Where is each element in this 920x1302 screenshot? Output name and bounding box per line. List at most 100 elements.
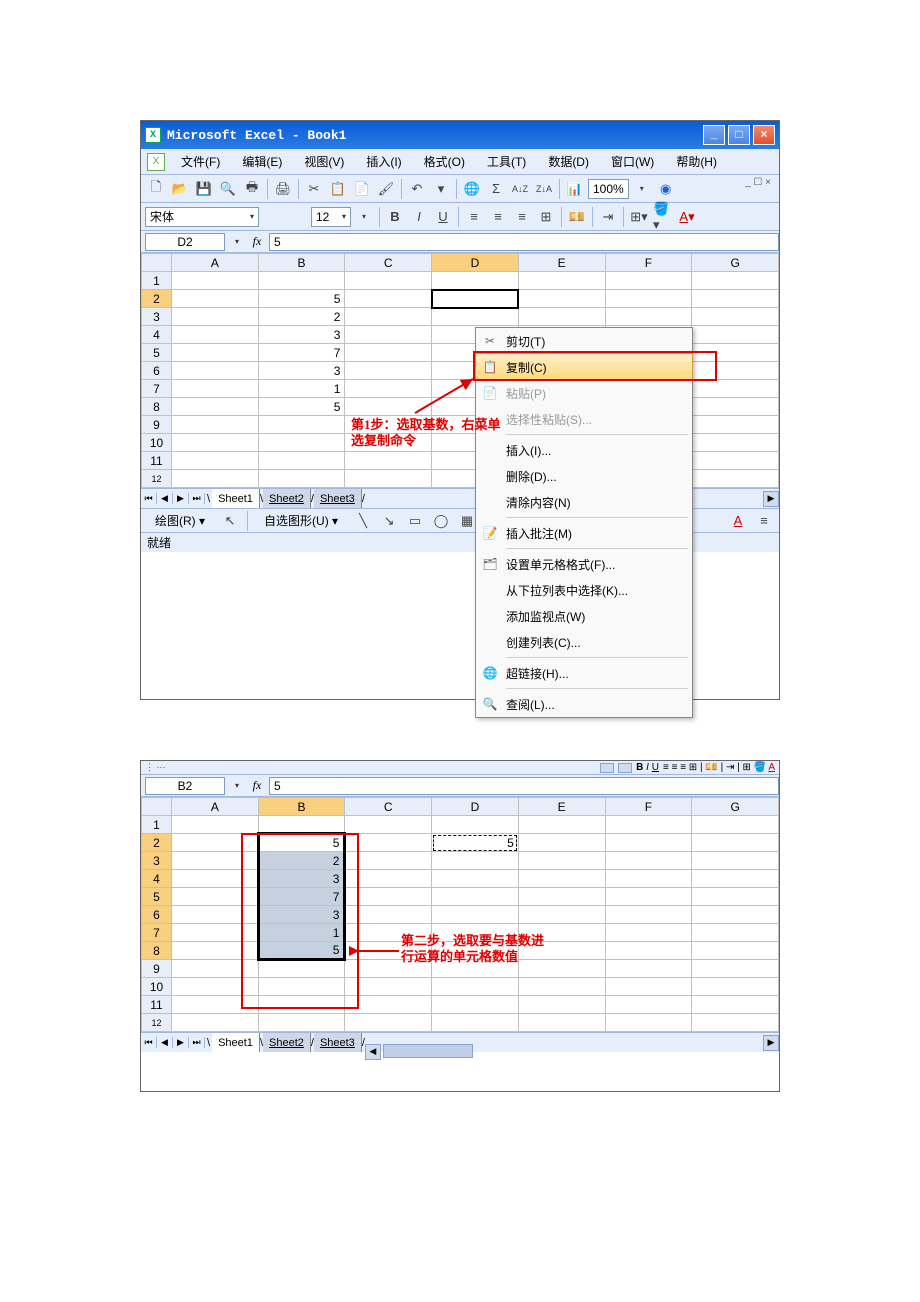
row-header[interactable]: 10 <box>142 434 172 452</box>
cell-b3[interactable]: 2 <box>258 308 345 326</box>
hscroll-right-icon[interactable]: ▶ <box>763 1035 779 1051</box>
new-icon[interactable]: 🗋 <box>145 178 167 200</box>
line-style-icon[interactable]: ≡ <box>753 510 775 532</box>
col-header-b[interactable]: B <box>258 254 345 272</box>
col-header-c[interactable]: C <box>345 254 432 272</box>
row-header[interactable]: 6 <box>142 906 172 924</box>
ctx-create-list[interactable]: 创建列表(C)... <box>476 629 692 655</box>
sheet-tab-2[interactable]: Sheet2 <box>263 1033 311 1052</box>
save-icon[interactable]: 💾 <box>193 178 215 200</box>
row-header[interactable]: 11 <box>142 452 172 470</box>
name-box-dropdown-icon[interactable]: ▾ <box>229 781 245 790</box>
row-header[interactable]: 5 <box>142 888 172 906</box>
col-header-g[interactable]: G <box>692 798 779 816</box>
permission-icon[interactable]: 🔍 <box>217 178 239 200</box>
copy-icon[interactable]: 📋 <box>327 178 349 200</box>
align-right-icon[interactable]: ≡ <box>511 206 533 228</box>
cell-d2[interactable] <box>432 290 519 308</box>
hscroll-thumb[interactable] <box>383 1044 473 1058</box>
tab-nav-last-icon[interactable]: ⏭ <box>189 1037 205 1048</box>
indent-icon[interactable]: ⇥ <box>597 206 619 228</box>
merge-center-icon[interactable]: ⊞ <box>535 206 557 228</box>
ctx-insert[interactable]: 插入(I)... <box>476 437 692 463</box>
row-header[interactable]: 1 <box>142 816 172 834</box>
menu-window[interactable]: 窗口(W) <box>601 151 664 172</box>
formula-input[interactable]: 5 <box>269 233 779 251</box>
cell-b4[interactable]: 3 <box>258 326 345 344</box>
rectangle-icon[interactable]: ▭ <box>404 510 426 532</box>
menu-view[interactable]: 视图(V) <box>294 151 354 172</box>
cell-b8[interactable]: 5 <box>258 398 345 416</box>
hyperlink-icon[interactable]: 🌐 <box>461 178 483 200</box>
name-box-dropdown-icon[interactable]: ▾ <box>229 237 245 246</box>
col-header-e[interactable]: E <box>518 798 605 816</box>
open-icon[interactable]: 📂 <box>169 178 191 200</box>
cell-b6[interactable]: 3 <box>258 906 345 924</box>
fx-icon[interactable]: fx <box>245 234 269 249</box>
zoom-dropdown-icon[interactable]: ▾ <box>631 178 653 200</box>
menu-format[interactable]: 格式(O) <box>414 151 475 172</box>
menu-insert[interactable]: 插入(I) <box>356 151 411 172</box>
sheet-tab-1[interactable]: Sheet1 <box>212 489 260 508</box>
tab-nav-first-icon[interactable]: ⏮ <box>141 1037 157 1048</box>
line-icon[interactable]: ╲ <box>352 510 374 532</box>
cell-b7[interactable]: 1 <box>258 380 345 398</box>
row-header[interactable]: 8 <box>142 398 172 416</box>
row-header[interactable]: 12 <box>142 470 172 488</box>
sheet-tab-3[interactable]: Sheet3 <box>314 489 362 508</box>
ctx-add-watch[interactable]: 添加监视点(W) <box>476 603 692 629</box>
col-header-a[interactable]: A <box>172 254 259 272</box>
autosum-icon[interactable]: Σ <box>485 178 507 200</box>
cell-b5[interactable]: 7 <box>258 888 345 906</box>
borders-icon[interactable]: ⊞▾ <box>628 206 650 228</box>
arrow-icon[interactable]: ↘ <box>378 510 400 532</box>
col-header-f[interactable]: F <box>605 254 692 272</box>
tab-nav-last-icon[interactable]: ⏭ <box>189 493 205 504</box>
col-header-b[interactable]: B <box>258 798 345 816</box>
print-preview-icon[interactable]: 🖨 <box>272 178 294 200</box>
col-header-c[interactable]: C <box>345 798 432 816</box>
font-size-combo[interactable]: 12▾ <box>311 207 351 227</box>
col-header-d[interactable]: D <box>432 254 519 272</box>
minimize-button[interactable]: _ <box>703 125 725 145</box>
menu-data[interactable]: 数据(D) <box>538 151 599 172</box>
oval-icon[interactable]: ◯ <box>430 510 452 532</box>
row-header[interactable]: 5 <box>142 344 172 362</box>
row-header[interactable]: 3 <box>142 308 172 326</box>
row-header[interactable]: 4 <box>142 326 172 344</box>
menu-tools[interactable]: 工具(T) <box>477 151 536 172</box>
ctx-lookup[interactable]: 🔍查阅(L)... <box>476 691 692 717</box>
menu-help[interactable]: 帮助(H) <box>666 151 727 172</box>
cell-b2[interactable]: 5 <box>258 834 345 852</box>
row-header[interactable]: 12 <box>142 1014 172 1032</box>
cut-icon[interactable]: ✂ <box>303 178 325 200</box>
ctx-delete[interactable]: 删除(D)... <box>476 463 692 489</box>
col-header-e[interactable]: E <box>518 254 605 272</box>
row-header[interactable]: 10 <box>142 978 172 996</box>
drawing-menu[interactable]: 绘图(R) ▾ <box>145 510 215 531</box>
hscroll-right-icon[interactable]: ▶ <box>763 491 779 507</box>
row-header[interactable]: 2 <box>142 290 172 308</box>
redo-dropdown-icon[interactable]: ▾ <box>430 178 452 200</box>
help-icon[interactable]: ◉ <box>655 178 677 200</box>
font-size-dropdown-icon[interactable]: ▾ <box>353 206 375 228</box>
align-left-icon[interactable]: ≡ <box>463 206 485 228</box>
font-color-icon[interactable]: A▾ <box>676 206 698 228</box>
underline-icon[interactable]: U <box>432 206 454 228</box>
tab-nav-next-icon[interactable]: ▶ <box>173 493 189 504</box>
ctx-hyperlink[interactable]: 🌐超链接(H)... <box>476 660 692 686</box>
font-name-combo[interactable]: 宋体▾ <box>145 207 259 227</box>
undo-icon[interactable]: ↶ <box>406 178 428 200</box>
paste-icon[interactable]: 📄 <box>351 178 373 200</box>
col-header-d[interactable]: D <box>432 798 519 816</box>
col-header-f[interactable]: F <box>605 798 692 816</box>
cell-b6[interactable]: 3 <box>258 362 345 380</box>
row-header[interactable]: 8 <box>142 942 172 960</box>
ctx-copy[interactable]: 📋复制(C) <box>475 353 693 381</box>
autoshapes-menu[interactable]: 自选图形(U) ▾ <box>254 510 348 531</box>
row-header[interactable]: 3 <box>142 852 172 870</box>
tab-nav-prev-icon[interactable]: ◀ <box>157 493 173 504</box>
format-painter-icon[interactable]: 🖌 <box>375 178 397 200</box>
col-header-g[interactable]: G <box>692 254 779 272</box>
tab-nav-next-icon[interactable]: ▶ <box>173 1037 189 1048</box>
